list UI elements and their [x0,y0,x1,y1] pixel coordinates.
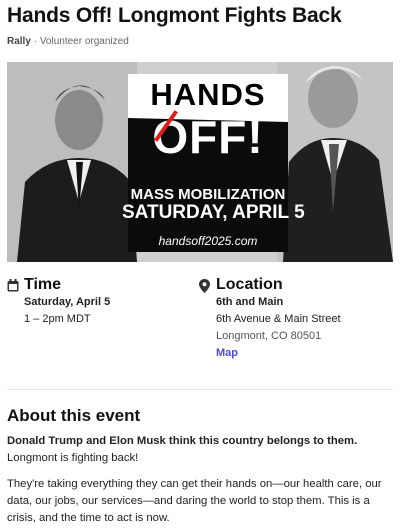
event-organizer: Volunteer organized [39,36,129,47]
poster-mobilization: MASS MOBILIZATION [130,186,286,203]
time-heading: Time [7,276,187,296]
poster-url: handsoff2025.com [158,234,258,248]
location-section: Location 6th and Main 6th Avenue & Main … [199,276,389,359]
event-title: Hands Off! Longmont Fights Back [7,4,342,27]
poster-headline-top: HANDS [150,77,266,112]
about-body: They're taking everything they can get t… [7,478,382,524]
map-pin-icon [199,279,210,293]
meta-separator: · [33,36,38,47]
event-banner-image: HANDS OFF! MASS MOBILIZATION SATURDAY, A… [7,62,393,262]
time-section: Time Saturday, April 5 1 – 2pm MDT [7,276,187,325]
section-divider [7,389,393,390]
about-lead: Donald Trump and Elon Musk think this co… [7,435,358,447]
about-lead-paragraph: Donald Trump and Elon Musk think this co… [7,433,393,467]
venue-name: 6th and Main [216,296,284,308]
poster-date: SATURDAY, APRIL 5 [122,202,305,223]
event-hours: 1 – 2pm MDT [24,313,91,325]
location-heading: Location [199,276,389,296]
address-line-2: Longmont, CO 80501 [216,330,322,342]
map-link[interactable]: Map [216,347,238,359]
about-heading: About this event [7,406,141,425]
location-heading-label: Location [216,276,283,293]
address-line-1: 6th Avenue & Main Street [216,313,341,325]
event-date: Saturday, April 5 [24,296,111,308]
calendar-icon [7,279,19,292]
event-type: Rally [7,36,31,47]
poster-headline-bottom: OFF! [152,111,264,163]
protest-poster: HANDS OFF! MASS MOBILIZATION SATURDAY, A… [122,74,305,252]
time-heading-label: Time [24,276,62,293]
event-meta: Rally · Volunteer organized [7,36,129,47]
about-lead-rest: Longmont is fighting back! [7,452,139,464]
